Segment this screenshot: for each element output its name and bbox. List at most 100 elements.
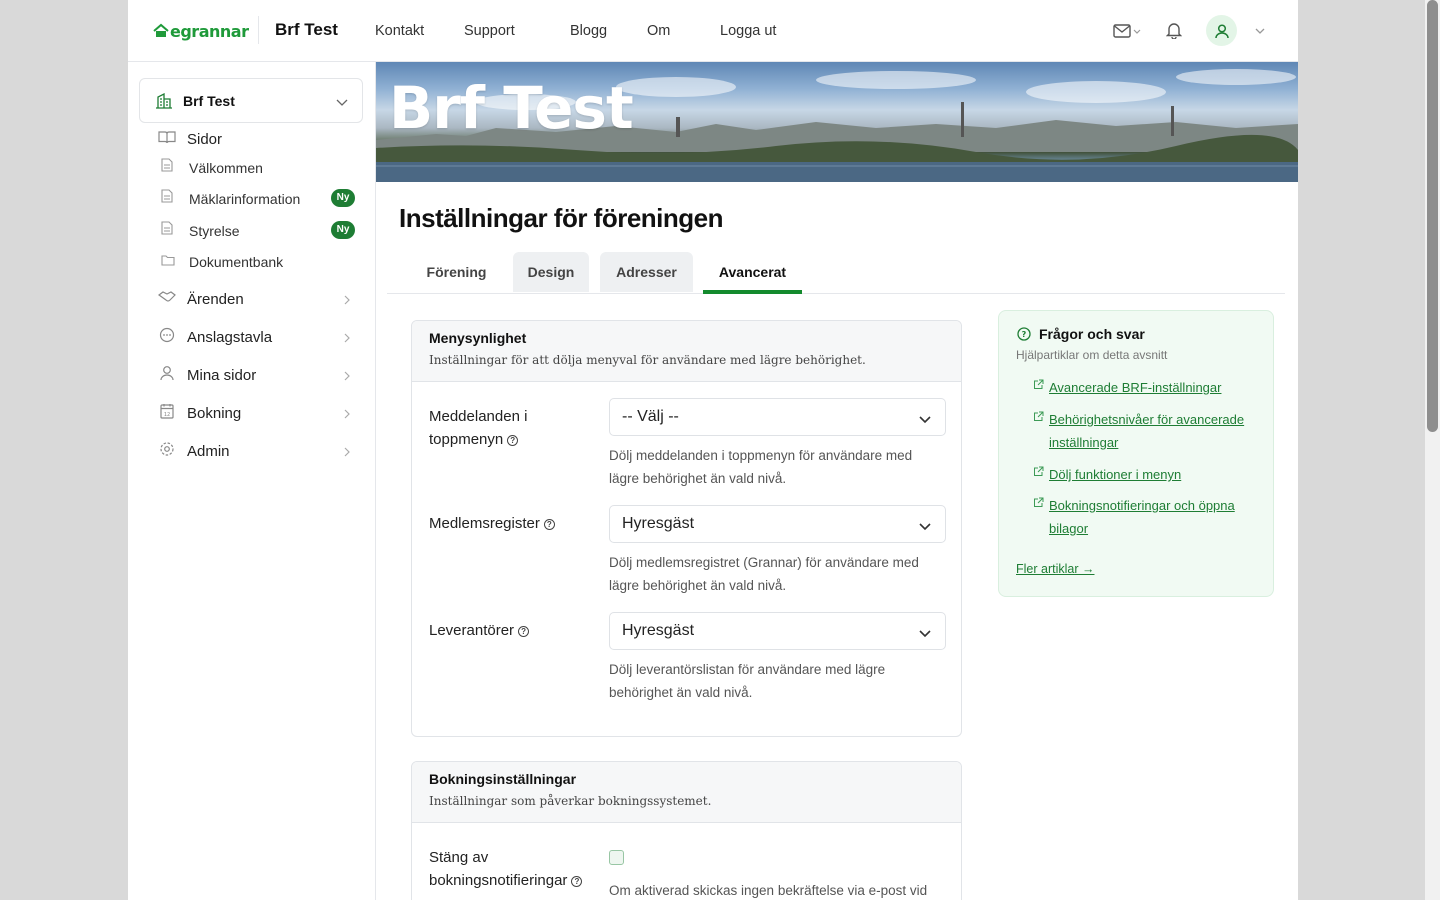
field-label-suppliers: Leverantörer? <box>429 619 530 642</box>
sidebar-item-anslagstavla[interactable]: Anslagstavla <box>158 327 272 348</box>
more-articles-link[interactable]: Fler artiklar → <box>1016 562 1095 576</box>
sidebar-item-label: Bokning <box>187 405 242 422</box>
label-line: Stäng av <box>429 849 489 866</box>
chat-icon <box>158 327 176 348</box>
page-scrollbar-thumb[interactable] <box>1427 0 1438 432</box>
sidebar-item-label: Admin <box>187 443 230 460</box>
page-title: Inställningar för föreningen <box>399 203 724 233</box>
members-level-select[interactable]: Hyresgäst <box>609 505 946 543</box>
document-icon <box>161 221 173 240</box>
faq-link-item: Bokningsnotifieringar och öppna bilagor <box>1033 495 1259 540</box>
faq-link[interactable]: Behörighetsnivåer för avancerade inställ… <box>1049 409 1259 454</box>
sidebar-item-admin[interactable]: Admin <box>158 441 230 462</box>
disable-booking-notifications-checkbox[interactable] <box>609 850 624 865</box>
chevron-down-icon <box>919 412 931 430</box>
nav-om[interactable]: Om <box>647 23 670 39</box>
tab-adresser[interactable]: Adresser <box>600 252 693 292</box>
sidebar-item-sidor[interactable]: Sidor <box>158 129 222 150</box>
help-icon[interactable]: ? <box>543 519 555 530</box>
sidebar-page-valkommen[interactable]: Välkommen <box>161 158 263 177</box>
card-header: Menysynlighet Inställningar för att dölj… <box>412 321 961 382</box>
external-link-icon <box>1033 409 1044 454</box>
chevron-right-icon <box>342 406 352 424</box>
mail-icon[interactable] <box>1113 23 1145 44</box>
nav-logout[interactable]: Logga ut <box>720 23 776 39</box>
chevron-down-icon <box>919 519 931 537</box>
field-help: Dölj medlemsregistret (Grannar) för anvä… <box>609 555 919 593</box>
sidebar-item-bokning[interactable]: 12 Bokning <box>158 403 241 424</box>
header-divider <box>258 16 259 44</box>
booking-settings-card: Bokningsinställningar Inställningar som … <box>411 761 962 900</box>
label-line: Medlemsregister <box>429 515 540 532</box>
messages-level-select[interactable]: -- Välj -- <box>609 398 946 436</box>
card-title: Bokningsinställningar <box>429 771 577 787</box>
select-value: Hyresgäst <box>622 622 695 639</box>
chevron-right-icon <box>342 330 352 348</box>
faq-link-item: Behörighetsnivåer för avancerade inställ… <box>1033 409 1259 454</box>
avatar[interactable] <box>1206 15 1237 46</box>
card-subtitle: Inställningar som påverkar bokningssyste… <box>429 794 712 808</box>
field-help: Om aktiverad skickas ingen bekräftelse v… <box>609 883 928 898</box>
user-icon <box>158 365 176 386</box>
help-icon[interactable]: ? <box>507 435 519 446</box>
logo-text: egrannar <box>170 21 249 41</box>
sidebar-page-maklarinformation[interactable]: Mäklarinformation <box>161 189 300 208</box>
sidebar-item-mina-sidor[interactable]: Mina sidor <box>158 365 256 386</box>
field-label-members: Medlemsregister? <box>429 512 555 535</box>
menu-visibility-card: Menysynlighet Inställningar för att dölj… <box>411 320 962 737</box>
arrow-right-icon: → <box>1082 562 1095 576</box>
faq-link[interactable]: Dölj funktioner i menyn <box>1049 464 1259 487</box>
document-icon <box>161 158 173 177</box>
help-icon[interactable]: ? <box>518 626 530 637</box>
label-line: Meddelanden i <box>429 408 528 425</box>
select-value: Hyresgäst <box>622 515 695 532</box>
sidebar-item-label: Mina sidor <box>187 367 257 384</box>
top-bar: egrannar Brf Test Kontakt Support Blogg … <box>128 0 1298 62</box>
gear-icon <box>158 441 176 462</box>
tab-forening[interactable]: Förening <box>407 252 506 292</box>
sidebar-page-label: Styrelse <box>189 222 240 239</box>
nav-kontakt[interactable]: Kontakt <box>375 23 424 39</box>
sidebar-page-styrelse[interactable]: Styrelse <box>161 221 240 240</box>
tab-avancerat[interactable]: Avancerat <box>703 252 802 294</box>
tab-design[interactable]: Design <box>513 252 589 292</box>
field-label-messages: Meddelanden i toppmenyn? <box>429 405 527 451</box>
svg-text:12: 12 <box>164 412 170 418</box>
sidebar-page-dokumentbank[interactable]: Dokumentbank <box>161 253 283 271</box>
faq-link[interactable]: Avancerade BRF-inställningar <box>1049 377 1259 400</box>
calendar-icon: 12 <box>158 403 176 424</box>
select-value: -- Välj -- <box>622 408 679 425</box>
handshake-icon <box>157 289 176 310</box>
sidebar-page-label: Välkommen <box>189 159 263 176</box>
sidebar: Brf Test Sidor Välkommen Mäklarinformati… <box>128 62 376 900</box>
settings-tabs: Förening Design Adresser Avancerat <box>387 252 1285 294</box>
field-help: Dölj leverantörslistan för användare med… <box>609 662 886 700</box>
chevron-right-icon <box>342 444 352 462</box>
faq-link[interactable]: Bokningsnotifieringar och öppna bilagor <box>1049 495 1259 540</box>
help-icon[interactable]: ? <box>571 876 583 887</box>
sidebar-page-label: Mäklarinformation <box>189 190 301 207</box>
nav-blogg[interactable]: Blogg <box>570 23 607 39</box>
card-subtitle: Inställningar för att dölja menyval för … <box>429 353 866 367</box>
book-icon <box>158 129 176 150</box>
org-selector[interactable]: Brf Test <box>139 78 363 123</box>
logo[interactable]: egrannar <box>153 20 249 42</box>
hero-banner: Brf Test <box>376 62 1298 182</box>
nav-support[interactable]: Support <box>464 23 515 39</box>
app-page: egrannar Brf Test Kontakt Support Blogg … <box>128 0 1298 900</box>
document-icon <box>161 189 173 208</box>
sidebar-item-label: Ärenden <box>187 291 244 308</box>
bell-icon[interactable] <box>1165 21 1183 44</box>
external-link-icon <box>1033 464 1044 487</box>
field-label-booking-notifications: Stäng av bokningsnotifieringar? <box>429 846 583 892</box>
suppliers-level-select[interactable]: Hyresgäst <box>609 612 946 650</box>
faq-link-item: Dölj funktioner i menyn <box>1033 464 1259 487</box>
sidebar-item-arenden[interactable]: Ärenden <box>157 289 244 310</box>
question-circle-icon: ? <box>1017 327 1031 346</box>
brand-title[interactable]: Brf Test <box>275 20 338 40</box>
chevron-down-icon[interactable] <box>1254 24 1266 42</box>
house-logo-icon <box>153 23 169 39</box>
new-badge: Ny <box>331 189 355 207</box>
faq-link-item: Avancerade BRF-inställningar <box>1033 377 1259 400</box>
label-line: Leverantörer <box>429 622 515 639</box>
